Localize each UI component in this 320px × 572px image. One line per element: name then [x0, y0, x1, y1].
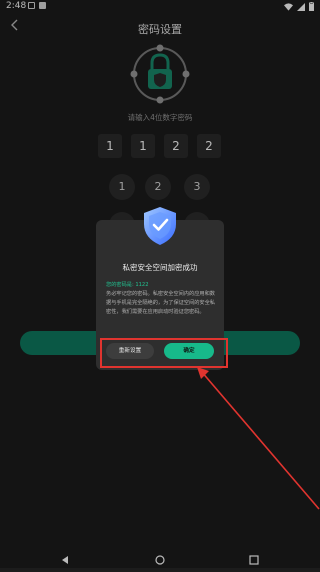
password-info: 您的密码是: 1122	[106, 282, 149, 288]
nav-back-icon	[62, 556, 68, 564]
shield-check-icon	[144, 207, 176, 245]
dialog-message: 务必牢记您的密码。私密安全空间内的应用和数据与手机是完全隔绝的，为了保证空间的安…	[106, 291, 215, 315]
nav-home-icon	[155, 555, 165, 565]
annotation-arrow-icon	[197, 367, 320, 510]
navigation-bar	[0, 552, 320, 568]
dialog-title: 私密安全空间加密成功	[122, 263, 198, 272]
nav-recents-icon	[249, 555, 259, 565]
annotation-highlight-box	[100, 338, 228, 368]
